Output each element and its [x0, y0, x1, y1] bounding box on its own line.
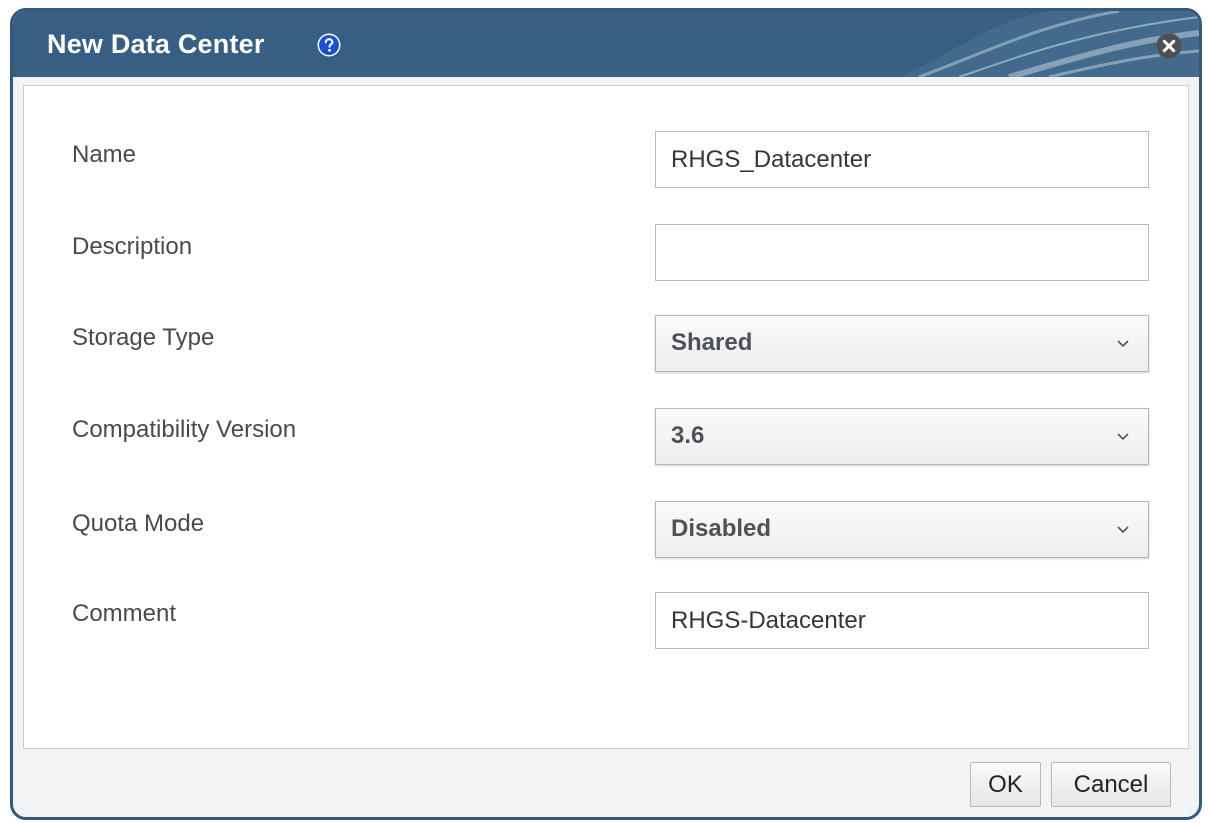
- chevron-down-icon: [1117, 433, 1129, 441]
- quota-mode-label: Quota Mode: [72, 510, 205, 537]
- name-field[interactable]: [655, 131, 1149, 188]
- dialog-title: New Data Center: [47, 29, 265, 59]
- compatibility-version-label: Compatibility Version: [72, 416, 297, 443]
- comment-field[interactable]: [655, 592, 1149, 649]
- new-data-center-dialog: New Data Center Name Description Storage…: [10, 8, 1202, 820]
- form-panel: Name Description Storage Type Shared Com…: [23, 85, 1189, 749]
- cancel-button[interactable]: Cancel: [1051, 762, 1171, 807]
- description-field[interactable]: [655, 224, 1149, 281]
- storage-type-label: Storage Type: [72, 324, 215, 351]
- name-label: Name: [72, 141, 137, 168]
- header-swoosh-decoration: [899, 11, 1199, 77]
- help-question-icon[interactable]: [317, 33, 341, 57]
- description-label: Description: [72, 233, 193, 260]
- dialog-header: New Data Center: [13, 11, 1199, 77]
- ok-button[interactable]: OK: [970, 762, 1041, 807]
- chevron-down-icon: [1117, 526, 1129, 534]
- storage-type-select[interactable]: Shared: [655, 315, 1149, 372]
- chevron-down-icon: [1117, 340, 1129, 348]
- compatibility-version-value: 3.6: [671, 422, 705, 449]
- storage-type-value: Shared: [671, 329, 753, 356]
- compatibility-version-select[interactable]: 3.6: [655, 408, 1149, 465]
- quota-mode-select[interactable]: Disabled: [655, 501, 1149, 558]
- quota-mode-value: Disabled: [671, 515, 772, 542]
- comment-label: Comment: [72, 600, 177, 627]
- close-circle-icon[interactable]: [1155, 32, 1183, 60]
